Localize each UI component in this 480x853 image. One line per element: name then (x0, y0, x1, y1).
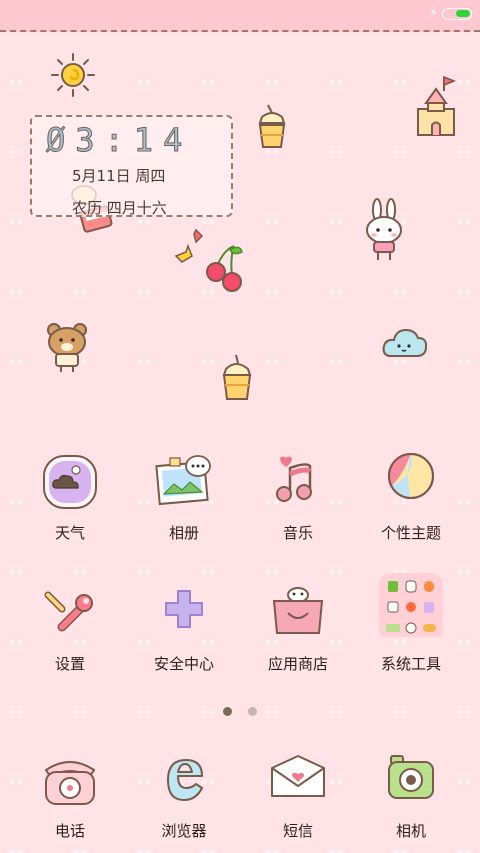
app-label: 相册 (168, 524, 199, 542)
app-settings[interactable]: 设置 (15, 581, 125, 674)
bear-sticker-icon (47, 323, 87, 372)
app-label: 个性主题 (380, 524, 441, 542)
dock-app-phone[interactable]: 电话 (15, 748, 125, 841)
clock-date: 5月11日 周四 (72, 167, 166, 185)
page-dot-active[interactable] (223, 707, 233, 716)
app-music[interactable]: 音乐 (243, 450, 353, 543)
cupcake-sticker-icon-2 (222, 354, 252, 400)
security-plus-icon (152, 581, 216, 645)
clock-time: Ø3:14 (45, 121, 193, 160)
music-note-icon (266, 450, 330, 514)
cherries-sticker-icon (174, 228, 243, 292)
app-system-tools-folder[interactable]: 系统工具 (356, 573, 466, 674)
app-label: 电话 (54, 822, 85, 840)
status-bar: ⚡ (0, 0, 480, 32)
sun-sticker-icon (51, 53, 95, 97)
battery-icon (442, 8, 472, 20)
dock-app-browser[interactable]: 浏览器 (129, 748, 239, 841)
lightning-bolt-icon: ⚡ (428, 6, 438, 21)
app-label: 设置 (54, 655, 85, 673)
cloud-sticker-icon (382, 328, 427, 357)
app-weather[interactable]: 天气 (15, 450, 125, 543)
app-store-bag-icon (266, 581, 330, 645)
app-label: 音乐 (282, 524, 313, 542)
page-indicator (0, 701, 480, 720)
app-photo-album[interactable]: 相册 (129, 450, 239, 543)
message-envelope-icon (266, 748, 330, 812)
lunar-date: 农历 四月十六 (72, 199, 167, 217)
app-label: 天气 (54, 524, 85, 542)
camera-icon (379, 748, 443, 812)
app-label: 浏览器 (161, 822, 207, 840)
photo-album-icon (152, 450, 216, 514)
app-label: 短信 (282, 822, 313, 840)
app-label: 相机 (395, 822, 426, 840)
settings-tools-icon (38, 581, 102, 645)
page-dot-inactive[interactable] (247, 707, 257, 716)
theme-ball-icon (379, 450, 443, 514)
weather-icon (38, 450, 102, 514)
browser-icon (152, 748, 216, 812)
bunny-sticker-icon (366, 198, 402, 260)
app-store[interactable]: 应用商店 (243, 581, 353, 674)
dock-app-camera[interactable]: 相机 (356, 748, 466, 841)
app-security-center[interactable]: 安全中心 (129, 581, 239, 674)
phone-icon (38, 748, 102, 812)
app-label: 应用商店 (267, 655, 328, 673)
battery-level (456, 10, 470, 17)
app-label: 安全中心 (153, 655, 214, 673)
folder-icon (379, 573, 443, 645)
app-label: 系统工具 (380, 655, 441, 673)
cupcake-sticker-icon (258, 104, 286, 148)
castle-sticker-icon (417, 75, 457, 136)
app-themes[interactable]: 个性主题 (356, 450, 466, 543)
dock-app-messages[interactable]: 短信 (243, 748, 353, 841)
clock-widget[interactable]: Ø3:14 5月11日 周四 农历 四月十六 (30, 115, 233, 217)
